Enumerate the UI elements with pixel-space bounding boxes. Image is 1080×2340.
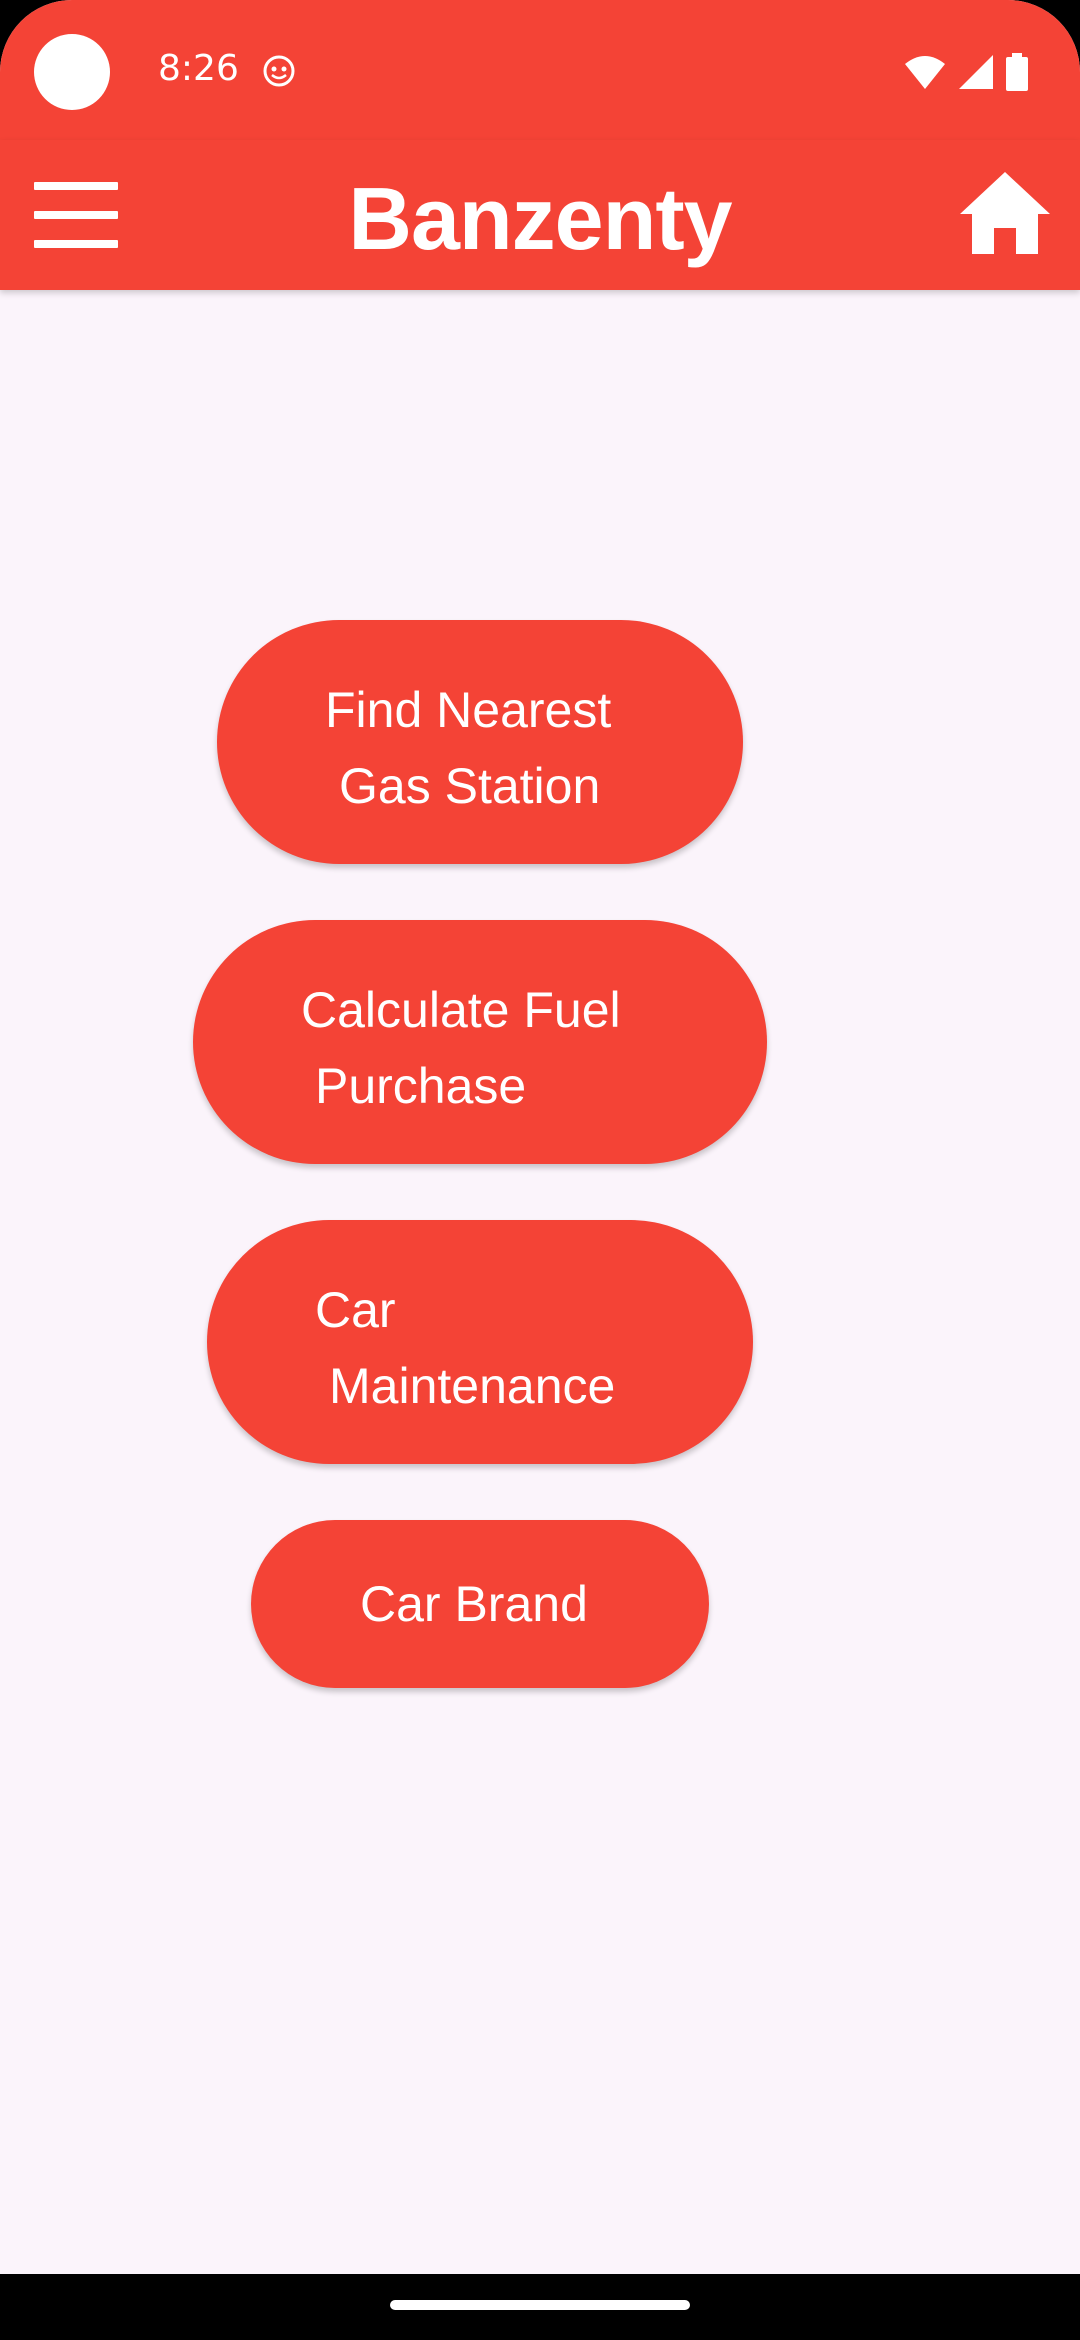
wifi-icon bbox=[905, 56, 945, 89]
find-nearest-gas-station-button[interactable]: Find Nearest Gas Station bbox=[217, 620, 743, 864]
calculate-fuel-purchase-button[interactable]: Calculate Fuel Purchase bbox=[193, 920, 767, 1164]
button-label-line: Car bbox=[315, 1282, 396, 1338]
home-indicator-handle[interactable] bbox=[390, 2300, 690, 2310]
camera-cutout bbox=[34, 34, 110, 110]
home-icon[interactable] bbox=[958, 170, 1052, 256]
status-time: 8:26 bbox=[158, 48, 239, 89]
cellular-signal-icon bbox=[959, 55, 993, 89]
app-title: Banzenty bbox=[348, 169, 732, 268]
button-label-line: Gas Station bbox=[339, 758, 601, 814]
button-label-line: Calculate Fuel bbox=[301, 982, 621, 1038]
car-brand-button[interactable]: Car Brand bbox=[251, 1520, 709, 1688]
app-bar: Banzenty bbox=[0, 140, 1080, 290]
button-label-line: Purchase bbox=[315, 1058, 527, 1114]
status-bar: 8:26 bbox=[0, 0, 1080, 140]
status-icons bbox=[904, 52, 1028, 92]
notification-icon bbox=[263, 55, 295, 87]
button-label-line: Car Brand bbox=[360, 1576, 588, 1632]
button-label-line: Maintenance bbox=[329, 1358, 616, 1414]
battery-icon bbox=[1006, 53, 1028, 91]
app-screen: 8:26 Banzenty Find Nearest Gas Station C… bbox=[0, 0, 1080, 2340]
car-maintenance-button[interactable]: Car Maintenance bbox=[207, 1220, 753, 1464]
button-label-line: Find Nearest bbox=[325, 682, 612, 738]
